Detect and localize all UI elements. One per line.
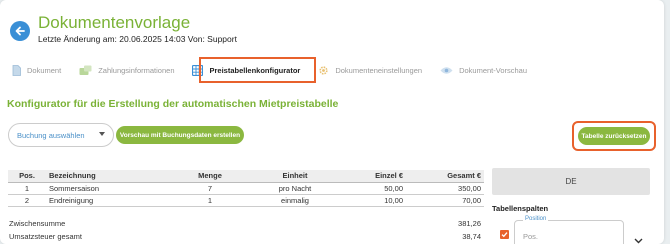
position-column-field[interactable]: Position Pos.: [514, 216, 624, 244]
document-icon: [12, 64, 21, 76]
gear-icon: [318, 65, 329, 76]
column-header-total: Gesamt €: [406, 170, 484, 183]
tab-document-settings[interactable]: Dokumenteneinstellungen: [318, 65, 422, 76]
price-table: Pos. Bezeichnung Menge Einheit Einzel € …: [8, 170, 484, 207]
vat-total-value: 38,74: [462, 232, 481, 241]
chevron-down-icon[interactable]: [634, 231, 643, 244]
language-button[interactable]: DE: [492, 168, 650, 195]
booking-select-placeholder: Buchung auswählen: [17, 130, 85, 140]
back-button[interactable]: [10, 21, 30, 41]
column-header-unit: Einheit: [254, 170, 336, 183]
table-header-row: Pos. Bezeichnung Menge Einheit Einzel € …: [8, 170, 484, 183]
tab-payment-info[interactable]: Zahlungsinformationen: [79, 65, 174, 76]
tab-document-preview-label: Dokument-Vorschau: [459, 65, 528, 75]
table-row: 2 Endreinigung 1 einmalig 10,00 70,00: [8, 194, 484, 207]
last-modified-text: Letzte Änderung am: 20.06.2025 14:03 Von…: [38, 34, 237, 44]
column-header-unit-price: Einzel €: [336, 170, 406, 183]
cell-unit: pro Nacht: [254, 182, 336, 195]
booking-select[interactable]: Buchung auswählen: [8, 123, 114, 147]
table-row: 1 Sommersaison 7 pro Nacht 50,00 350,00: [8, 182, 484, 195]
position-field-legend: Position: [523, 216, 549, 222]
check-icon: [501, 232, 508, 238]
vat-total-row: Umsatzsteuer gesamt 38,74: [9, 232, 485, 241]
cell-total: 70,00: [406, 194, 484, 207]
vat-total-label: Umsatzsteuer gesamt: [9, 232, 82, 241]
column-header-description: Bezeichnung: [46, 170, 166, 183]
cell-unit-price: 10,00: [336, 194, 406, 207]
column-header-position: Pos.: [8, 170, 46, 183]
tab-document[interactable]: Dokument: [12, 64, 62, 76]
page-title: Dokumentenvorlage: [38, 13, 191, 32]
column-header-quantity: Menge: [166, 170, 254, 183]
table-columns-panel: DE Tabellenspalten Position Pos.: [492, 168, 650, 244]
tab-document-settings-label: Dokumenteneinstellungen: [335, 65, 423, 75]
position-field-value: Pos.: [523, 232, 539, 241]
arrow-left-icon: [15, 26, 25, 36]
cell-description: Endreinigung: [46, 194, 166, 207]
preview-with-booking-button[interactable]: Vorschau mit Buchungsdaten erstellen: [116, 126, 244, 144]
subtotal-label: Zwischensumme: [9, 219, 66, 228]
subtotal-value: 381,26: [458, 219, 481, 228]
document-template-card: Dokumentenvorlage Letzte Änderung am: 20…: [0, 0, 664, 244]
section-heading: Konfigurator für die Erstellung der auto…: [7, 98, 339, 110]
cell-position: 2: [8, 194, 46, 207]
tab-payment-info-label: Zahlungsinformationen: [98, 65, 175, 75]
chevron-down-icon: [99, 132, 105, 136]
table-columns-heading: Tabellenspalten: [492, 204, 549, 213]
tab-document-preview[interactable]: Dokument-Vorschau: [440, 66, 527, 75]
reset-table-button[interactable]: Tabelle zurücksetzen: [578, 127, 650, 145]
cell-unit-price: 50,00: [336, 182, 406, 195]
tab-document-label: Dokument: [27, 65, 62, 75]
cell-position: 1: [8, 182, 46, 195]
subtotal-row: Zwischensumme 381,26: [9, 219, 485, 228]
cell-quantity: 1: [166, 194, 254, 207]
active-tab-highlight: [199, 57, 316, 83]
cell-quantity: 7: [166, 182, 254, 195]
payment-icon: [79, 65, 92, 76]
cell-unit: einmalig: [254, 194, 336, 207]
cell-total: 350,00: [406, 182, 484, 195]
eye-icon: [440, 66, 453, 75]
cell-description: Sommersaison: [46, 182, 166, 195]
position-column-checkbox[interactable]: [500, 230, 509, 239]
